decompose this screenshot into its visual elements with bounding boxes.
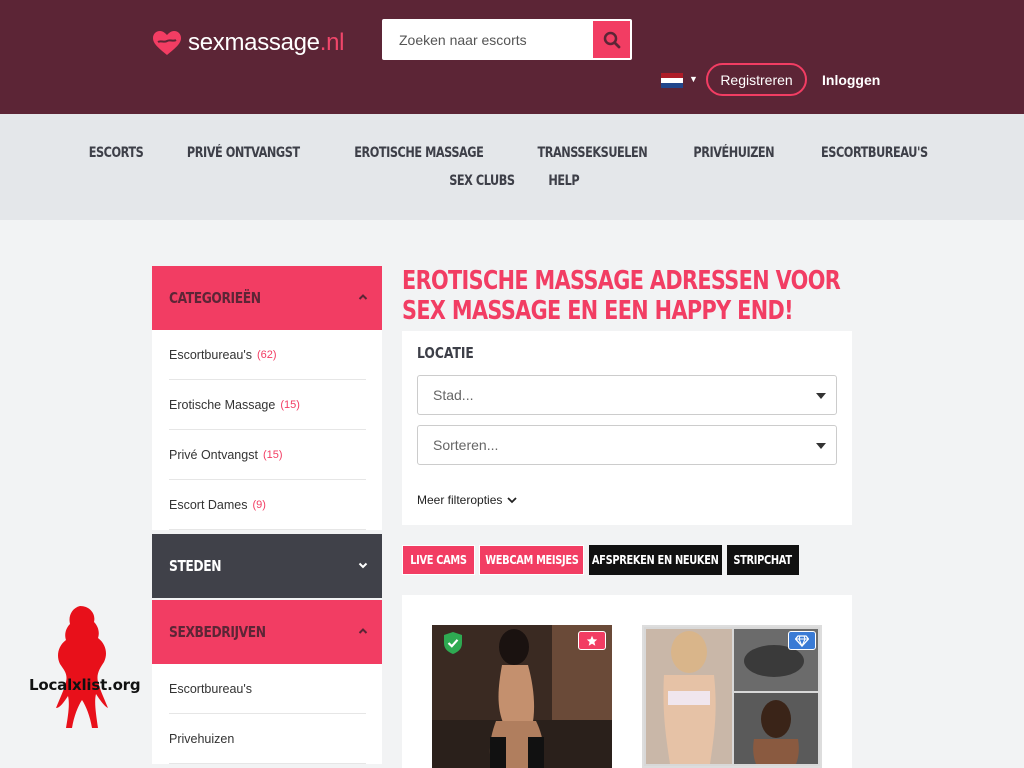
nav-escortbureaus[interactable]: ESCORTBUREAU'S <box>821 145 928 161</box>
heart-logo-icon <box>152 30 182 56</box>
chevron-down-icon <box>507 497 518 504</box>
stripchat-button[interactable]: STRIPCHAT <box>727 545 799 575</box>
businesses-title: SEXBEDRIJVEN <box>169 623 266 641</box>
premium-diamond-badge <box>788 631 816 650</box>
category-count: (15) <box>280 398 300 411</box>
afspreken-button[interactable]: AFSPREKEN EN NEUKEN <box>589 545 722 575</box>
business-item[interactable]: Escortbureau's <box>169 664 366 714</box>
language-flag-icon[interactable] <box>661 73 683 88</box>
sort-select[interactable]: Sorteren... <box>417 425 837 465</box>
businesses-header[interactable]: SEXBEDRIJVEN <box>152 600 382 664</box>
chevron-down-icon <box>358 562 368 569</box>
login-link[interactable]: Inloggen <box>822 72 880 88</box>
city-select[interactable]: Stad... <box>417 375 837 415</box>
nav-row-2: SEX CLUBS HELP <box>0 173 1024 189</box>
nav-row-1: ESCORTS PRIVÉ ONTVANGST EROTISCHE MASSAG… <box>0 145 1024 161</box>
tag-label: LIVE CAMS <box>410 553 467 567</box>
register-button[interactable]: Registreren <box>706 63 807 96</box>
search-input[interactable] <box>382 19 592 60</box>
main-navigation: ESCORTS PRIVÉ ONTVANGST EROTISCHE MASSAG… <box>0 114 1024 220</box>
sidebar: CATEGORIEËN Escortbureau's (62) Erotische… <box>152 266 382 764</box>
category-item[interactable]: Erotische Massage (15) <box>169 380 366 430</box>
caret-down-icon <box>816 443 826 449</box>
businesses-list: Escortbureau's Privehuizen <box>152 664 382 764</box>
category-label: Escort Dames <box>169 497 248 512</box>
site-logo[interactable]: sexmassage.nl <box>152 28 344 58</box>
tag-label: WEBCAM MEISJES <box>484 553 579 567</box>
nav-help[interactable]: HELP <box>548 173 579 189</box>
category-count: (9) <box>252 498 266 511</box>
search-bar <box>382 19 632 60</box>
nav-sex-clubs[interactable]: SEX CLUBS <box>450 173 516 189</box>
nav-prive-ontvangst[interactable]: PRIVÉ ONTVANGST <box>187 145 300 161</box>
business-label: Privehuizen <box>169 731 235 746</box>
category-count: (62) <box>256 348 277 361</box>
categories-list: Escortbureau's (62) Erotische Massage (15)… <box>152 330 382 530</box>
category-item[interactable]: Escort Dames (9) <box>169 480 366 530</box>
nav-erotische-massage[interactable]: EROTISCHE MASSAGE <box>354 145 484 161</box>
search-button[interactable] <box>593 21 630 58</box>
business-item[interactable]: Privehuizen <box>169 714 366 764</box>
cities-header[interactable]: STEDEN <box>152 534 382 598</box>
nav-privehuizen[interactable]: PRIVÉHUIZEN <box>694 145 775 161</box>
location-label: LOCATIE <box>417 344 474 362</box>
logo-tld: .nl <box>319 29 345 56</box>
live-cams-button[interactable]: LIVE CAMS <box>402 545 475 575</box>
diamond-icon <box>795 634 809 647</box>
sort-select-value: Sorteren... <box>433 437 499 453</box>
cities-title: STEDEN <box>169 557 222 575</box>
category-label: Escortbureau's <box>169 347 252 362</box>
chevron-up-icon <box>358 628 368 634</box>
nav-escorts[interactable]: ESCORTS <box>89 145 144 161</box>
category-label: Erotische Massage <box>169 397 276 412</box>
language-caret-icon[interactable]: ▼ <box>689 74 698 84</box>
logo-name: sexmassage <box>188 29 320 56</box>
categories-header[interactable]: CATEGORIEËN <box>152 266 382 330</box>
webcam-meisjes-button[interactable]: WEBCAM MEISJES <box>479 545 584 575</box>
caret-down-icon <box>816 393 826 399</box>
watermark-silhouette-icon <box>56 606 108 728</box>
chevron-up-icon <box>358 294 368 300</box>
more-filters-label: Meer filteropties <box>417 493 503 507</box>
nav-transseksuelen[interactable]: TRANSSEKSUELEN <box>537 145 647 161</box>
business-label: Escortbureau's <box>169 681 252 696</box>
favorite-star-button[interactable] <box>578 631 606 650</box>
tag-label: STRIPCHAT <box>733 553 793 567</box>
category-count: (15) <box>262 448 283 461</box>
search-icon <box>603 31 620 48</box>
more-filters-toggle[interactable]: Meer filteropties <box>417 493 518 507</box>
page-title: EROTISCHE MASSAGE ADRESSEN VOOR SEX MASS… <box>402 266 841 326</box>
categories-title: CATEGORIEËN <box>169 289 261 307</box>
category-label: Privé Ontvangst <box>169 447 258 462</box>
star-icon <box>586 635 598 646</box>
watermark-text: Localxlist.org <box>29 676 141 694</box>
category-item[interactable]: Privé Ontvangst (15) <box>169 430 366 480</box>
verified-shield-icon <box>444 632 462 654</box>
category-item[interactable]: Escortbureau's (62) <box>169 330 366 380</box>
city-select-value: Stad... <box>433 387 474 403</box>
tag-label: AFSPREKEN EN NEUKEN <box>592 553 719 567</box>
filter-panel: LOCATIE Stad... Sorteren... Meer filtero… <box>402 331 852 525</box>
